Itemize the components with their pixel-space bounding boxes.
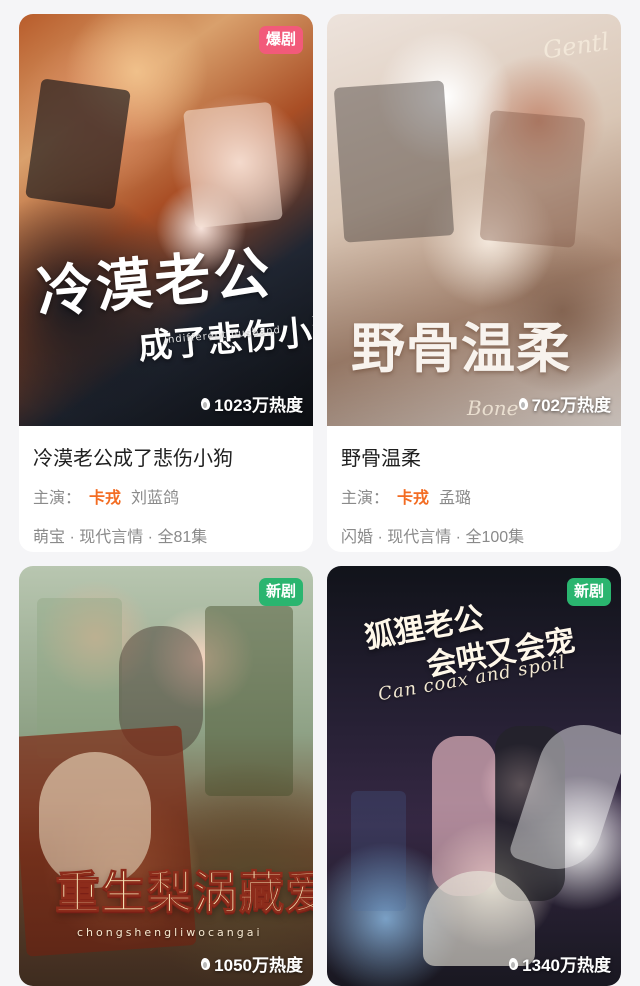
poster-title: 冷漠老公 成了悲伤小狗 [34, 239, 313, 373]
meta-row: 闪婚 · 现代言情 · 全100集 [341, 529, 525, 546]
new-badge: 新剧 [258, 578, 303, 606]
cast-row: 主演： 卡戎 孟璐 [341, 484, 607, 508]
drama-card[interactable]: 新剧 狐狸老公 会哄又会宠 Can coax and spoil 1340万热度 [327, 566, 621, 986]
poster-image[interactable]: 新剧 狐狸老公 会哄又会宠 Can coax and spoil 1340万热度 [327, 566, 621, 986]
poster-title: 野骨温柔 [351, 316, 571, 380]
drama-card[interactable]: 新剧 重生梨涡藏爱 chongshengliwocangai 1050万热度 [19, 566, 313, 986]
card-info: 冷漠老公成了悲伤小狗 主演： 卡戎 刘蓝鸽 萌宝 · 现代言情 · 全81集 [19, 426, 313, 547]
drama-grid: 爆剧 冷漠老公 成了悲伤小狗 Indifferent husband 1023万… [0, 0, 640, 986]
card-info: 野骨温柔 主演： 卡戎 孟璐 闪婚 · 现代言情 · 全100集 [327, 426, 621, 547]
cast-label: 主演： [33, 490, 82, 507]
heat-value: 1050万热度 [214, 956, 303, 975]
poster-figure-left [25, 78, 131, 210]
flame-icon [508, 957, 519, 971]
hot-badge: 爆剧 [258, 26, 303, 54]
cast-row: 主演： 卡戎 刘蓝鸽 [33, 484, 299, 508]
drama-card[interactable]: 爆剧 冷漠老公 成了悲伤小狗 Indifferent husband 1023万… [19, 14, 313, 552]
cast-tag: 卡戎 [89, 490, 122, 507]
drama-title[interactable]: 冷漠老公成了悲伤小狗 [33, 442, 299, 471]
poster-title: 重生梨涡藏爱 [54, 866, 313, 919]
poster-image[interactable]: 爆剧 冷漠老公 成了悲伤小狗 Indifferent husband 1023万… [19, 14, 313, 426]
poster-subtitle: chongshengliwocangai [77, 926, 263, 939]
poster-image[interactable]: 新剧 重生梨涡藏爱 chongshengliwocangai 1050万热度 [19, 566, 313, 986]
poster-figure-left [333, 80, 455, 243]
poster-figure-right [205, 606, 293, 796]
meta-row: 萌宝 · 现代言情 · 全81集 [33, 529, 208, 546]
poster-figure-right [183, 101, 283, 229]
cast-name: 孟璐 [439, 490, 472, 507]
poster-figure-right [479, 110, 586, 248]
heat-value: 1340万热度 [522, 956, 611, 975]
new-badge: 新剧 [566, 578, 611, 606]
flame-icon [200, 397, 211, 411]
poster-script-bottom: Bone [467, 396, 519, 420]
poster-image[interactable]: Gentl 野骨温柔 Bone 702万热度 [327, 14, 621, 426]
heat-value: 702万热度 [531, 396, 611, 415]
poster-title-line-1: 冷漠老公 [34, 239, 276, 327]
heat-value: 1023万热度 [214, 396, 303, 415]
flame-icon [518, 397, 529, 411]
cast-tag: 卡戎 [397, 490, 430, 507]
flame-icon [200, 957, 211, 971]
city-skyline [351, 791, 406, 911]
heat-stat: 702万热度 [518, 391, 611, 416]
poster-script-top: Gentl [541, 27, 611, 65]
cast-label: 主演： [341, 490, 390, 507]
cast-name: 刘蓝鸽 [131, 490, 180, 507]
heat-stat: 1023万热度 [200, 391, 303, 416]
drama-title[interactable]: 野骨温柔 [341, 442, 607, 471]
drama-card[interactable]: Gentl 野骨温柔 Bone 702万热度 野骨温柔 主演： 卡戎 孟璐 闪婚 ·… [327, 14, 621, 552]
heat-stat: 1050万热度 [200, 951, 303, 976]
heat-stat: 1340万热度 [508, 951, 611, 976]
